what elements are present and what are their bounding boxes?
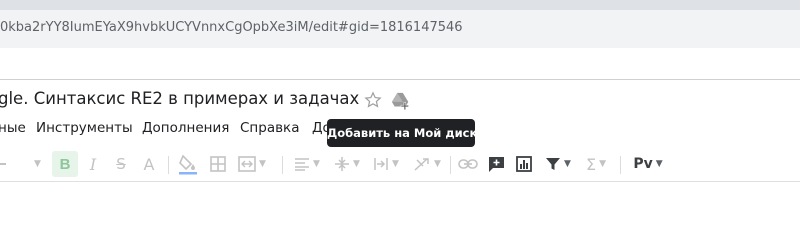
menu-item-tools[interactable]: Инструменты <box>36 120 133 136</box>
toolbar: ▼ B I S A ▼ ▼ ▼ ▼ ▼ ▼ Σ ▼ Pv ▼ <box>0 148 800 180</box>
borders-icon[interactable] <box>206 148 230 180</box>
functions-icon[interactable]: Σ ▼ <box>578 148 614 180</box>
browser-divider <box>0 79 800 80</box>
toolbar-separator <box>168 156 169 174</box>
input-tools-icon[interactable]: Pv ▼ <box>628 148 668 180</box>
horizontal-align-icon[interactable]: ▼ <box>292 148 322 180</box>
text-color-button[interactable]: A <box>138 148 160 180</box>
text-rotation-icon[interactable]: ▼ <box>410 148 444 180</box>
comment-icon[interactable] <box>484 148 508 180</box>
tooltip: Добавить на Мой диск <box>327 119 477 147</box>
document-title[interactable]: gle. Синтаксис RE2 в примерах и задачах <box>0 89 359 108</box>
star-icon[interactable] <box>363 90 383 110</box>
chart-icon[interactable] <box>512 148 536 180</box>
browser-tab-strip <box>0 0 800 10</box>
strikethrough-button[interactable]: S <box>110 148 132 180</box>
input-tools-label: Pv <box>633 156 653 172</box>
text-wrap-icon[interactable]: ▼ <box>370 148 402 180</box>
vertical-align-icon[interactable]: ▼ <box>332 148 362 180</box>
font-size-remnant-icon[interactable] <box>0 148 8 180</box>
fill-color-icon[interactable] <box>176 148 200 180</box>
merge-cells-icon[interactable]: ▼ <box>236 148 268 180</box>
menu-item-help[interactable]: Справка <box>240 120 299 136</box>
menu-item-data[interactable]: ные <box>0 120 26 136</box>
toolbar-separator <box>620 156 621 174</box>
functions-label: Σ <box>585 154 597 174</box>
add-to-drive-icon[interactable] <box>390 91 412 111</box>
filter-icon[interactable]: ▼ <box>540 148 576 180</box>
font-size-caret-icon[interactable]: ▼ <box>30 148 42 180</box>
url-text[interactable]: 0kba2rYY8IumEYaX9hvbkUCYVnnxCgOpbXe3iM/e… <box>0 20 463 35</box>
italic-button[interactable]: I <box>82 148 104 180</box>
link-icon[interactable] <box>456 148 480 180</box>
menu-item-addons[interactable]: Дополнения <box>142 120 229 136</box>
toolbar-divider <box>0 181 800 182</box>
toolbar-separator <box>450 156 451 174</box>
toolbar-separator <box>282 156 283 174</box>
bold-button[interactable]: B <box>52 151 78 177</box>
